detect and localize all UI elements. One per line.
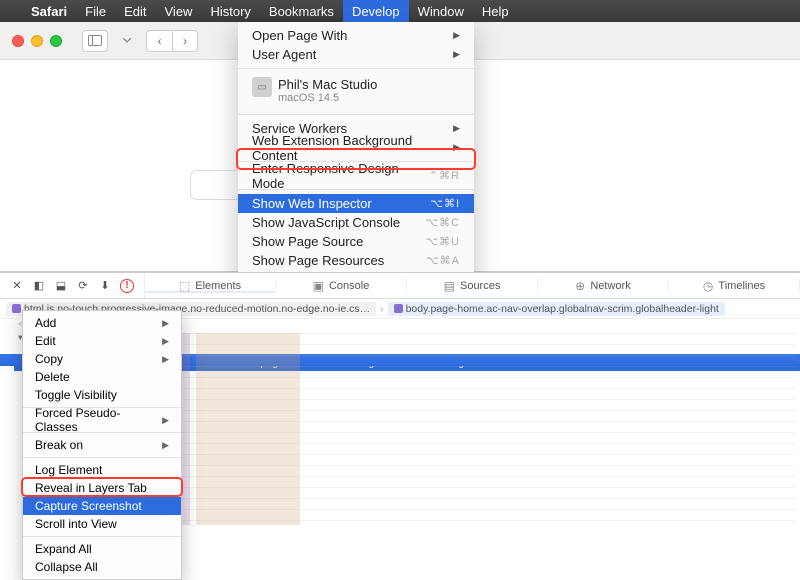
- dom-context-menu: Add▶ Edit▶ Copy▶ Delete Toggle Visibilit…: [22, 310, 182, 580]
- network-icon: ⊕: [575, 279, 585, 293]
- close-inspector-button[interactable]: ✕: [10, 279, 24, 293]
- tab-sources[interactable]: ▤Sources: [407, 279, 538, 293]
- ctx-break-on[interactable]: Break on▶: [23, 436, 181, 454]
- menubar-safari[interactable]: Safari: [22, 0, 76, 22]
- sources-icon: ▤: [444, 279, 455, 293]
- inspector-button-group: ✕ ◧ ⬓ ⟳ ⬇ !: [0, 273, 145, 298]
- menu-responsive-mode[interactable]: Enter Responsive Design Mode⌃⌘R: [238, 166, 474, 185]
- menubar-file[interactable]: File: [76, 0, 115, 22]
- download-button[interactable]: ⬇: [98, 279, 112, 293]
- device-os: macOS 14.5: [278, 92, 460, 104]
- blurred-source-code: [180, 333, 796, 525]
- menu-separator: [238, 114, 474, 115]
- submenu-arrow-icon: ▶: [162, 336, 169, 347]
- menu-show-page-source[interactable]: Show Page Source⌥⌘U: [238, 232, 474, 251]
- error-badge-icon[interactable]: !: [120, 279, 134, 293]
- sidebar-icon: [88, 35, 102, 46]
- ctx-separator: [23, 536, 181, 537]
- sidebar-toggle-button[interactable]: [82, 30, 108, 52]
- ctx-pseudo-classes[interactable]: Forced Pseudo-Classes▶: [23, 411, 181, 429]
- tab-elements[interactable]: ⬚Elements: [145, 279, 276, 293]
- menu-separator: [238, 68, 474, 69]
- element-icon: [394, 304, 403, 313]
- submenu-arrow-icon: ▶: [453, 142, 460, 153]
- submenu-arrow-icon: ▶: [162, 354, 169, 365]
- ctx-copy[interactable]: Copy▶: [23, 350, 181, 368]
- elements-icon: ⬚: [179, 279, 190, 293]
- mac-device-icon: ▭: [252, 77, 272, 97]
- element-icon: [12, 304, 21, 313]
- zoom-window-button[interactable]: [50, 35, 62, 47]
- ctx-add[interactable]: Add▶: [23, 314, 181, 332]
- window-traffic-lights: [12, 35, 62, 47]
- tab-network[interactable]: ⊕Network: [538, 279, 669, 293]
- inspector-tabs: ⬚Elements ▣Console ▤Sources ⊕Network ◷Ti…: [145, 279, 800, 293]
- dock-side-button[interactable]: ◧: [32, 279, 46, 293]
- nav-back-forward: ‹ ›: [146, 30, 198, 52]
- inspector-toolbar: ✕ ◧ ⬓ ⟳ ⬇ ! ⬚Elements ▣Console ▤Sources …: [0, 273, 800, 299]
- console-icon: ▣: [313, 279, 324, 293]
- menubar-develop[interactable]: Develop: [343, 0, 409, 22]
- menubar-window[interactable]: Window: [409, 0, 473, 22]
- ctx-expand-all[interactable]: Expand All: [23, 540, 181, 558]
- menubar-edit[interactable]: Edit: [115, 0, 155, 22]
- submenu-arrow-icon: ▶: [453, 123, 460, 134]
- menubar-history[interactable]: History: [201, 0, 259, 22]
- submenu-arrow-icon: ▶: [453, 49, 460, 60]
- ctx-log-element[interactable]: Log Element: [23, 461, 181, 479]
- timelines-icon: ◷: [703, 279, 713, 293]
- menu-show-page-resources[interactable]: Show Page Resources⌥⌘A: [238, 251, 474, 270]
- ctx-capture-screenshot[interactable]: Capture Screenshot: [23, 497, 181, 515]
- menu-show-js-console[interactable]: Show JavaScript Console⌥⌘C: [238, 213, 474, 232]
- menu-open-page-with[interactable]: Open Page With▶: [238, 26, 474, 45]
- menubar-view[interactable]: View: [156, 0, 202, 22]
- menubar-bookmarks[interactable]: Bookmarks: [260, 0, 343, 22]
- reload-button[interactable]: ⟳: [76, 279, 90, 293]
- dock-bottom-button[interactable]: ⬓: [54, 279, 68, 293]
- tab-dropdown-button[interactable]: [118, 30, 136, 52]
- submenu-arrow-icon: ▶: [162, 415, 169, 426]
- ctx-delete[interactable]: Delete: [23, 368, 181, 386]
- menu-web-ext-bg[interactable]: Web Extension Background Content▶: [238, 138, 474, 157]
- submenu-arrow-icon: ▶: [162, 318, 169, 329]
- menubar-help[interactable]: Help: [473, 0, 518, 22]
- ctx-toggle-visibility[interactable]: Toggle Visibility: [23, 386, 181, 404]
- device-name: Phil's Mac Studio: [278, 77, 460, 92]
- back-button[interactable]: ‹: [146, 30, 172, 52]
- ctx-separator: [23, 457, 181, 458]
- tab-console[interactable]: ▣Console: [276, 279, 407, 293]
- close-window-button[interactable]: [12, 35, 24, 47]
- ctx-scroll-into-view[interactable]: Scroll into View: [23, 515, 181, 533]
- chevron-down-icon: [123, 38, 131, 43]
- ctx-collapse-all[interactable]: Collapse All: [23, 558, 181, 576]
- menu-show-web-inspector[interactable]: Show Web Inspector⌥⌘I: [238, 194, 474, 213]
- crumb-body[interactable]: body.page-home.ac-nav-overlap.globalnav-…: [388, 302, 725, 316]
- ctx-reveal-layers[interactable]: Reveal in Layers Tab: [23, 479, 181, 497]
- menu-device-item[interactable]: ▭ Phil's Mac Studio macOS 14.5: [238, 73, 474, 110]
- macos-menubar: Safari File Edit View History Bookmarks …: [0, 0, 800, 22]
- minimize-window-button[interactable]: [31, 35, 43, 47]
- ctx-edit[interactable]: Edit▶: [23, 332, 181, 350]
- forward-button[interactable]: ›: [172, 30, 198, 52]
- menu-user-agent[interactable]: User Agent▶: [238, 45, 474, 64]
- tab-timelines[interactable]: ◷Timelines: [669, 279, 800, 293]
- submenu-arrow-icon: ▶: [453, 30, 460, 41]
- submenu-arrow-icon: ▶: [162, 440, 169, 451]
